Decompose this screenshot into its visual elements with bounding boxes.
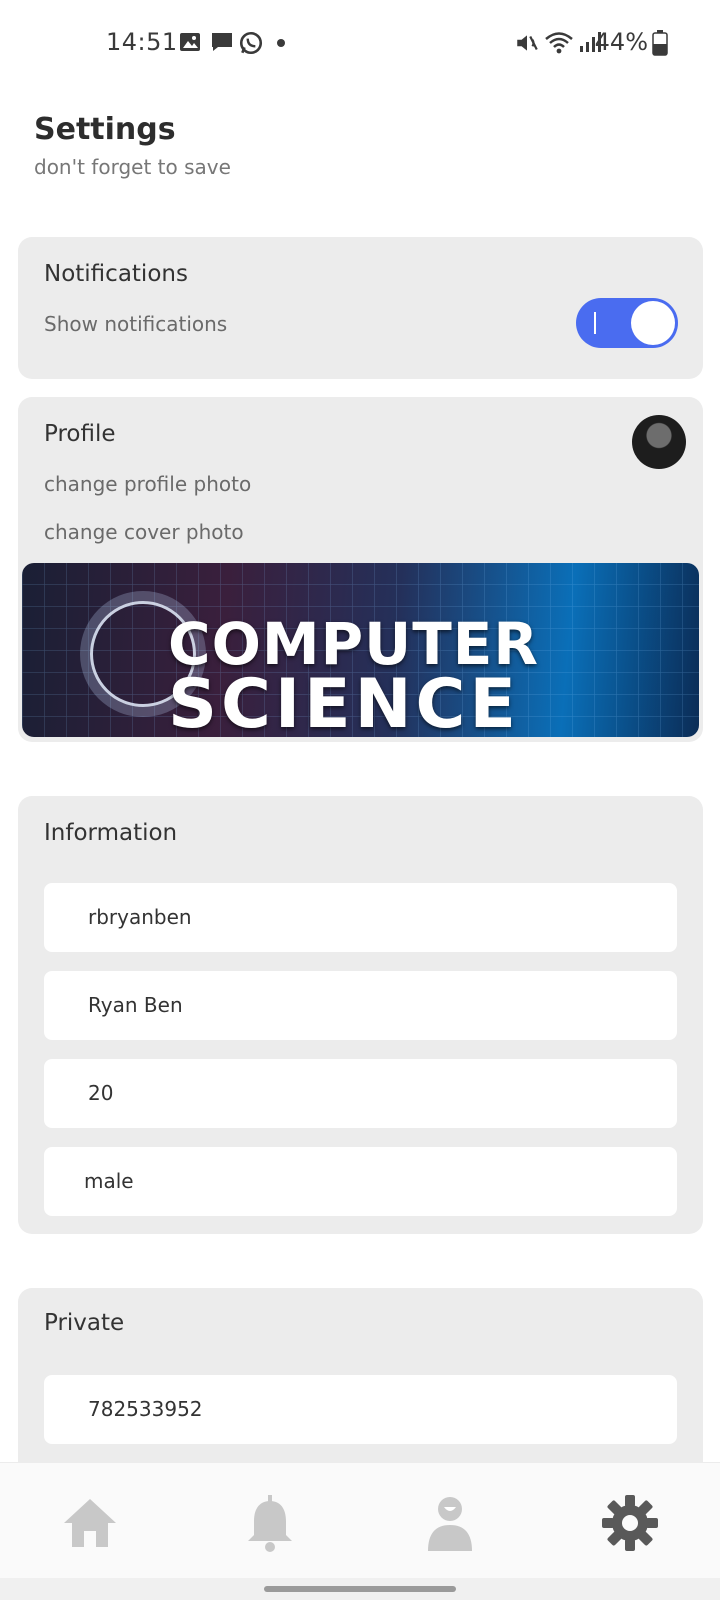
- profile-icon[interactable]: [418, 1491, 482, 1555]
- name-value: Ryan Ben: [88, 993, 183, 1017]
- status-time: 14:51: [106, 28, 178, 56]
- notifications-title: Notifications: [44, 261, 188, 287]
- gallery-icon: [180, 33, 200, 51]
- page-subtitle: don't forget to save: [34, 155, 231, 179]
- home-icon[interactable]: [58, 1491, 122, 1555]
- gender-value: male: [84, 1169, 134, 1193]
- page-title: Settings: [34, 112, 176, 147]
- cover-photo[interactable]: COMPUTER SCIENCE: [22, 563, 699, 737]
- gesture-bar-area: [0, 1578, 720, 1600]
- show-notifications-label: Show notifications: [44, 312, 228, 336]
- dot-icon: [277, 39, 285, 47]
- battery-icon: [652, 30, 668, 56]
- avatar[interactable]: [632, 415, 686, 469]
- change-cover-photo-link[interactable]: change cover photo: [44, 520, 244, 544]
- toggle-knob: [631, 301, 675, 345]
- phone-value: 782533952: [88, 1397, 203, 1421]
- username-value: rbryanben: [88, 905, 192, 929]
- age-value: 20: [88, 1081, 114, 1105]
- gender-field[interactable]: male: [44, 1147, 677, 1216]
- message-icon: [212, 33, 232, 51]
- cover-text-line2: SCIENCE: [168, 665, 520, 738]
- bell-icon[interactable]: [238, 1491, 302, 1555]
- profile-title: Profile: [44, 421, 116, 447]
- status-bar: 14:51 44%: [0, 0, 720, 90]
- phone-field[interactable]: 782533952: [44, 1375, 677, 1444]
- mute-icon: [517, 35, 538, 51]
- notifications-toggle[interactable]: [576, 298, 678, 348]
- battery-level: 44%: [594, 28, 648, 56]
- settings-icon[interactable]: [598, 1491, 662, 1555]
- age-field[interactable]: 20: [44, 1059, 677, 1128]
- whatsapp-icon: [239, 31, 263, 55]
- bottom-navigation: [0, 1462, 720, 1579]
- wifi-icon: [545, 32, 573, 54]
- change-profile-photo-link[interactable]: change profile photo: [44, 472, 251, 496]
- information-title: Information: [44, 820, 178, 846]
- toggle-on-mark: [594, 312, 596, 334]
- home-gesture-handle[interactable]: [264, 1586, 456, 1592]
- private-title: Private: [44, 1310, 125, 1336]
- username-field[interactable]: rbryanben: [44, 883, 677, 952]
- name-field[interactable]: Ryan Ben: [44, 971, 677, 1040]
